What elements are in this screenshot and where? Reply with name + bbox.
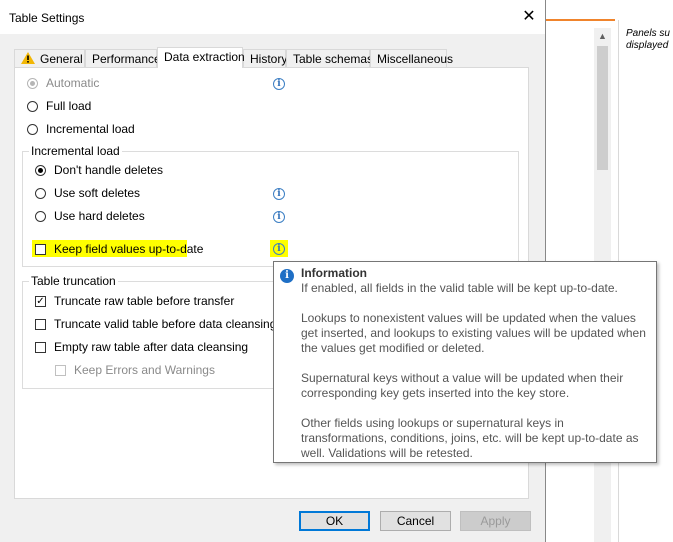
tooltip-paragraph: Supernatural keys without a value will b… bbox=[301, 371, 624, 400]
tooltip-title: Information bbox=[301, 266, 367, 280]
side-panel-note: Panels su displayed bbox=[626, 28, 670, 51]
radio-use-hard-deletes[interactable]: Use hard deletes bbox=[35, 209, 145, 223]
checkbox-keep-field-values-label: Keep field values up-to-date bbox=[54, 242, 204, 256]
radio-dont-handle-deletes-label: Don't handle deletes bbox=[54, 163, 164, 177]
radio-use-soft-deletes-label: Use soft deletes bbox=[54, 186, 141, 200]
cancel-button[interactable]: Cancel bbox=[380, 511, 451, 531]
checkbox-empty-raw[interactable]: Empty raw table after data cleansing bbox=[35, 340, 248, 354]
radio-incremental-load[interactable]: Incremental load bbox=[27, 122, 135, 136]
close-icon[interactable]: ✕ bbox=[518, 6, 540, 28]
radio-full-load[interactable]: Full load bbox=[27, 99, 91, 113]
tooltip-paragraph: Other fields using lookups or supernatur… bbox=[301, 416, 639, 460]
tab-general-label: General bbox=[40, 52, 83, 66]
info-icon[interactable]: i bbox=[273, 211, 285, 223]
checkbox-truncate-valid[interactable]: Truncate valid table before data cleansi… bbox=[35, 317, 276, 331]
radio-automatic-label: Automatic bbox=[46, 76, 100, 90]
tab-miscellaneous-label: Miscellaneous bbox=[377, 52, 454, 66]
scroll-up-icon[interactable]: ▲ bbox=[598, 31, 607, 41]
checkbox-keep-errors-box[interactable] bbox=[55, 364, 66, 376]
tab-history[interactable]: History bbox=[243, 49, 288, 67]
tab-performance-label: Performance bbox=[92, 52, 161, 66]
radio-automatic-button[interactable] bbox=[27, 77, 38, 89]
ok-button[interactable]: OK bbox=[299, 511, 370, 531]
radio-use-soft-deletes-button[interactable] bbox=[35, 187, 46, 199]
tab-history-label: History bbox=[250, 52, 288, 66]
warning-icon bbox=[21, 52, 35, 64]
scrollbar-thumb[interactable] bbox=[597, 46, 608, 170]
checkbox-keep-errors-label: Keep Errors and Warnings bbox=[74, 363, 215, 377]
info-icon[interactable]: i bbox=[273, 188, 285, 200]
tab-data-extraction[interactable]: Data extraction bbox=[157, 47, 245, 68]
tab-performance[interactable]: Performance bbox=[85, 49, 161, 67]
radio-automatic[interactable]: Automatic bbox=[27, 76, 99, 90]
radio-full-load-button[interactable] bbox=[27, 100, 38, 112]
tab-table-schemas-label: Table schemas bbox=[293, 52, 374, 66]
active-tab-indicator bbox=[545, 19, 615, 21]
table-truncation-legend: Table truncation bbox=[29, 274, 118, 288]
checkbox-empty-raw-label: Empty raw table after data cleansing bbox=[54, 340, 249, 354]
checkbox-truncate-valid-label: Truncate valid table before data cleansi… bbox=[54, 317, 277, 331]
tab-miscellaneous[interactable]: Miscellaneous bbox=[370, 49, 453, 67]
checkbox-keep-errors[interactable]: Keep Errors and Warnings bbox=[55, 363, 215, 377]
radio-incremental-load-label: Incremental load bbox=[46, 122, 135, 136]
radio-use-soft-deletes[interactable]: Use soft deletes bbox=[35, 186, 140, 200]
tab-general[interactable]: General bbox=[14, 49, 85, 67]
radio-use-hard-deletes-label: Use hard deletes bbox=[54, 209, 145, 223]
checkbox-empty-raw-box[interactable] bbox=[35, 341, 46, 353]
checkbox-truncate-raw-label: Truncate raw table before transfer bbox=[54, 294, 235, 308]
tooltip-body: If enabled, all fields in the valid tabl… bbox=[301, 281, 653, 476]
checkbox-keep-field-values[interactable]: Keep field values up-to-date bbox=[35, 242, 203, 256]
info-icon: i bbox=[280, 269, 294, 283]
checkbox-truncate-raw-box[interactable]: ✓ bbox=[35, 295, 46, 307]
dialog-title: Table Settings bbox=[9, 11, 85, 25]
tooltip-paragraph: If enabled, all fields in the valid tabl… bbox=[301, 281, 618, 295]
radio-full-load-label: Full load bbox=[46, 99, 92, 113]
dialog-titlebar: Table Settings ✕ bbox=[0, 0, 545, 34]
tab-data-extraction-label: Data extraction bbox=[164, 50, 245, 64]
radio-use-hard-deletes-button[interactable] bbox=[35, 210, 46, 222]
info-icon[interactable]: i bbox=[273, 243, 285, 255]
checkbox-keep-field-values-box[interactable] bbox=[35, 243, 46, 255]
info-icon[interactable]: i bbox=[273, 78, 285, 90]
radio-incremental-load-button[interactable] bbox=[27, 123, 38, 135]
apply-button[interactable]: Apply bbox=[460, 511, 531, 531]
checkbox-truncate-valid-box[interactable] bbox=[35, 318, 46, 330]
tab-table-schemas[interactable]: Table schemas bbox=[286, 49, 374, 67]
radio-dont-handle-deletes[interactable]: Don't handle deletes bbox=[35, 163, 163, 177]
information-tooltip: i Information If enabled, all fields in … bbox=[273, 261, 657, 463]
checkbox-truncate-raw[interactable]: ✓ Truncate raw table before transfer bbox=[35, 294, 234, 308]
incremental-load-legend: Incremental load bbox=[29, 144, 122, 158]
tooltip-paragraph: Lookups to nonexistent values will be up… bbox=[301, 311, 646, 355]
radio-dont-handle-deletes-button[interactable] bbox=[35, 164, 46, 176]
